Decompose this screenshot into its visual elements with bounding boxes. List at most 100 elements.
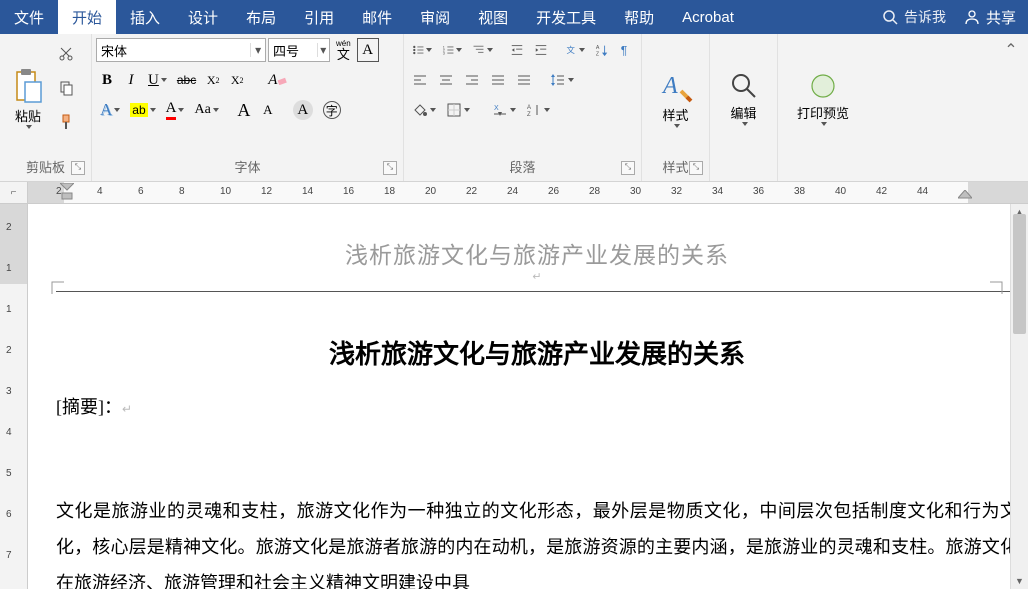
shading-button[interactable]: [408, 98, 440, 122]
tab-view[interactable]: 视图: [464, 0, 522, 34]
scroll-thumb[interactable]: [1013, 214, 1026, 334]
ruler-tick: 8: [179, 186, 185, 197]
group-editing: 编辑: [710, 34, 778, 181]
doc-header-text[interactable]: 浅析旅游文化与旅游产业发展的关系: [56, 236, 1018, 270]
collapse-ribbon-button[interactable]: ⌃: [1000, 38, 1022, 62]
numbering-button[interactable]: 123: [438, 38, 466, 62]
scrollbar-vertical[interactable]: ▲ ▼: [1010, 204, 1028, 589]
copy-button[interactable]: [54, 76, 78, 100]
doc-abstract-label[interactable]: [摘要]：↵: [56, 393, 1018, 419]
asian-layout-button[interactable]: 文: [561, 38, 589, 62]
page: 浅析旅游文化与旅游产业发展的关系 ↵ 浅析旅游文化与旅游产业发展的关系 [摘要]…: [56, 204, 1018, 589]
tab-home[interactable]: 开始: [58, 0, 116, 34]
show-marks-button[interactable]: ¶: [615, 38, 637, 62]
svg-text:Z: Z: [527, 112, 531, 118]
tab-file[interactable]: 文件: [0, 0, 58, 34]
numbering-icon: 123: [442, 42, 454, 58]
italic-button[interactable]: I: [120, 68, 142, 92]
tab-insert[interactable]: 插入: [116, 0, 174, 34]
tab-mailings[interactable]: 邮件: [348, 0, 406, 34]
paragraph-launcher[interactable]: ⤡: [621, 161, 635, 175]
indent-marker-right[interactable]: [958, 190, 972, 200]
cut-button[interactable]: [54, 42, 78, 66]
font-name-input[interactable]: [97, 43, 250, 58]
ribbon: 粘贴 剪贴板 ⤡ ▾ ▾ wén文 A B I U abc: [0, 34, 1028, 182]
font-size-combo[interactable]: ▾: [268, 38, 330, 62]
copy-icon: [58, 80, 74, 96]
share-label: 共享: [986, 7, 1016, 28]
enclose-chars-button[interactable]: 字: [319, 98, 345, 122]
sort-icon: AZ: [595, 42, 609, 58]
editing-group-label: [714, 159, 773, 181]
change-case-button[interactable]: Aa: [190, 98, 222, 122]
align-justify-button[interactable]: [486, 68, 510, 92]
text-effects-button[interactable]: A: [96, 98, 124, 122]
clipboard-launcher[interactable]: ⤡: [71, 161, 85, 175]
tab-acrobat[interactable]: Acrobat: [668, 0, 748, 34]
bold-button[interactable]: B: [96, 68, 118, 92]
indent-marker-first[interactable]: [60, 183, 74, 201]
tell-me-search[interactable]: 告诉我: [882, 7, 946, 27]
align-center-button[interactable]: [434, 68, 458, 92]
increase-indent-button[interactable]: [530, 38, 552, 62]
print-preview-button[interactable]: 打印预览: [791, 38, 855, 159]
snap-to-grid-button[interactable]: X: [488, 98, 520, 122]
doc-body-paragraph[interactable]: 文化是旅游业的灵魂和支柱，旅游文化作为一种独立的文化形态，最外层是物质文化，中间…: [56, 493, 1018, 589]
font-name-combo[interactable]: ▾: [96, 38, 266, 62]
line-spacing-button[interactable]: [546, 68, 578, 92]
phonetic-guide-button[interactable]: wén文: [332, 38, 355, 62]
shrink-font-button[interactable]: A: [257, 98, 279, 122]
align-right-button[interactable]: [460, 68, 484, 92]
superscript-button[interactable]: X2: [226, 68, 248, 92]
font-color-button[interactable]: A: [162, 98, 189, 122]
tab-design[interactable]: 设计: [174, 0, 232, 34]
tab-references[interactable]: 引用: [290, 0, 348, 34]
ruler-tick: 28: [589, 186, 600, 197]
ruler-horizontal[interactable]: ⌐ 24681012141618202224262830323436384042…: [0, 182, 1028, 204]
tab-layout[interactable]: 布局: [232, 0, 290, 34]
char-border-button[interactable]: A: [357, 38, 379, 62]
format-painter-button[interactable]: [54, 110, 78, 134]
font-launcher[interactable]: ⤡: [383, 161, 397, 175]
borders-button[interactable]: [442, 98, 474, 122]
decrease-indent-button[interactable]: [506, 38, 528, 62]
clipboard-group-label: 剪贴板: [26, 160, 65, 175]
align-left-icon: [412, 72, 428, 88]
tell-me-label: 告诉我: [904, 7, 946, 27]
align-left-button[interactable]: [408, 68, 432, 92]
grow-font-button[interactable]: A: [233, 98, 255, 122]
page-viewport[interactable]: 浅析旅游文化与旅游产业发展的关系 ↵ 浅析旅游文化与旅游产业发展的关系 [摘要]…: [28, 204, 1028, 589]
underline-button[interactable]: U: [144, 68, 171, 92]
group-styles: A 样式 样式⤡: [642, 34, 710, 181]
paragraph-group-label: 段落: [509, 160, 535, 175]
scroll-down-arrow[interactable]: ▼: [1011, 573, 1028, 589]
strikethrough-button[interactable]: abc: [173, 68, 200, 92]
align-center-icon: [438, 72, 454, 88]
ruler-tick: 34: [712, 186, 723, 197]
multilevel-list-button[interactable]: [468, 38, 496, 62]
tab-review[interactable]: 审阅: [406, 0, 464, 34]
clear-formatting-button[interactable]: A: [264, 68, 291, 92]
group-preview: 打印预览: [778, 34, 868, 181]
tab-help[interactable]: 帮助: [610, 0, 668, 34]
ruler-vertical[interactable]: 211234567: [0, 204, 28, 589]
bullets-button[interactable]: [408, 38, 436, 62]
print-preview-icon: [808, 71, 838, 101]
share-button[interactable]: 共享: [964, 7, 1016, 28]
page-corner-tr: [988, 280, 1004, 296]
highlight-button[interactable]: ab: [126, 98, 159, 122]
select-pane-button[interactable]: AZ: [522, 98, 554, 122]
paste-label: 粘贴: [15, 106, 41, 125]
sort-button[interactable]: AZ: [591, 38, 613, 62]
paste-button[interactable]: 粘贴: [4, 38, 52, 159]
align-distributed-button[interactable]: [512, 68, 536, 92]
tab-developer[interactable]: 开发工具: [522, 0, 610, 34]
doc-title[interactable]: 浅析旅游文化与旅游产业发展的关系: [56, 334, 1018, 371]
editing-button[interactable]: 编辑: [720, 38, 768, 159]
group-paragraph: 123 文 AZ ¶: [404, 34, 642, 181]
subscript-button[interactable]: X2: [202, 68, 224, 92]
char-shading-button[interactable]: A: [289, 98, 317, 122]
styles-launcher[interactable]: ⤡: [689, 161, 703, 175]
font-size-input[interactable]: [269, 43, 317, 58]
styles-button[interactable]: A 样式: [652, 38, 700, 159]
